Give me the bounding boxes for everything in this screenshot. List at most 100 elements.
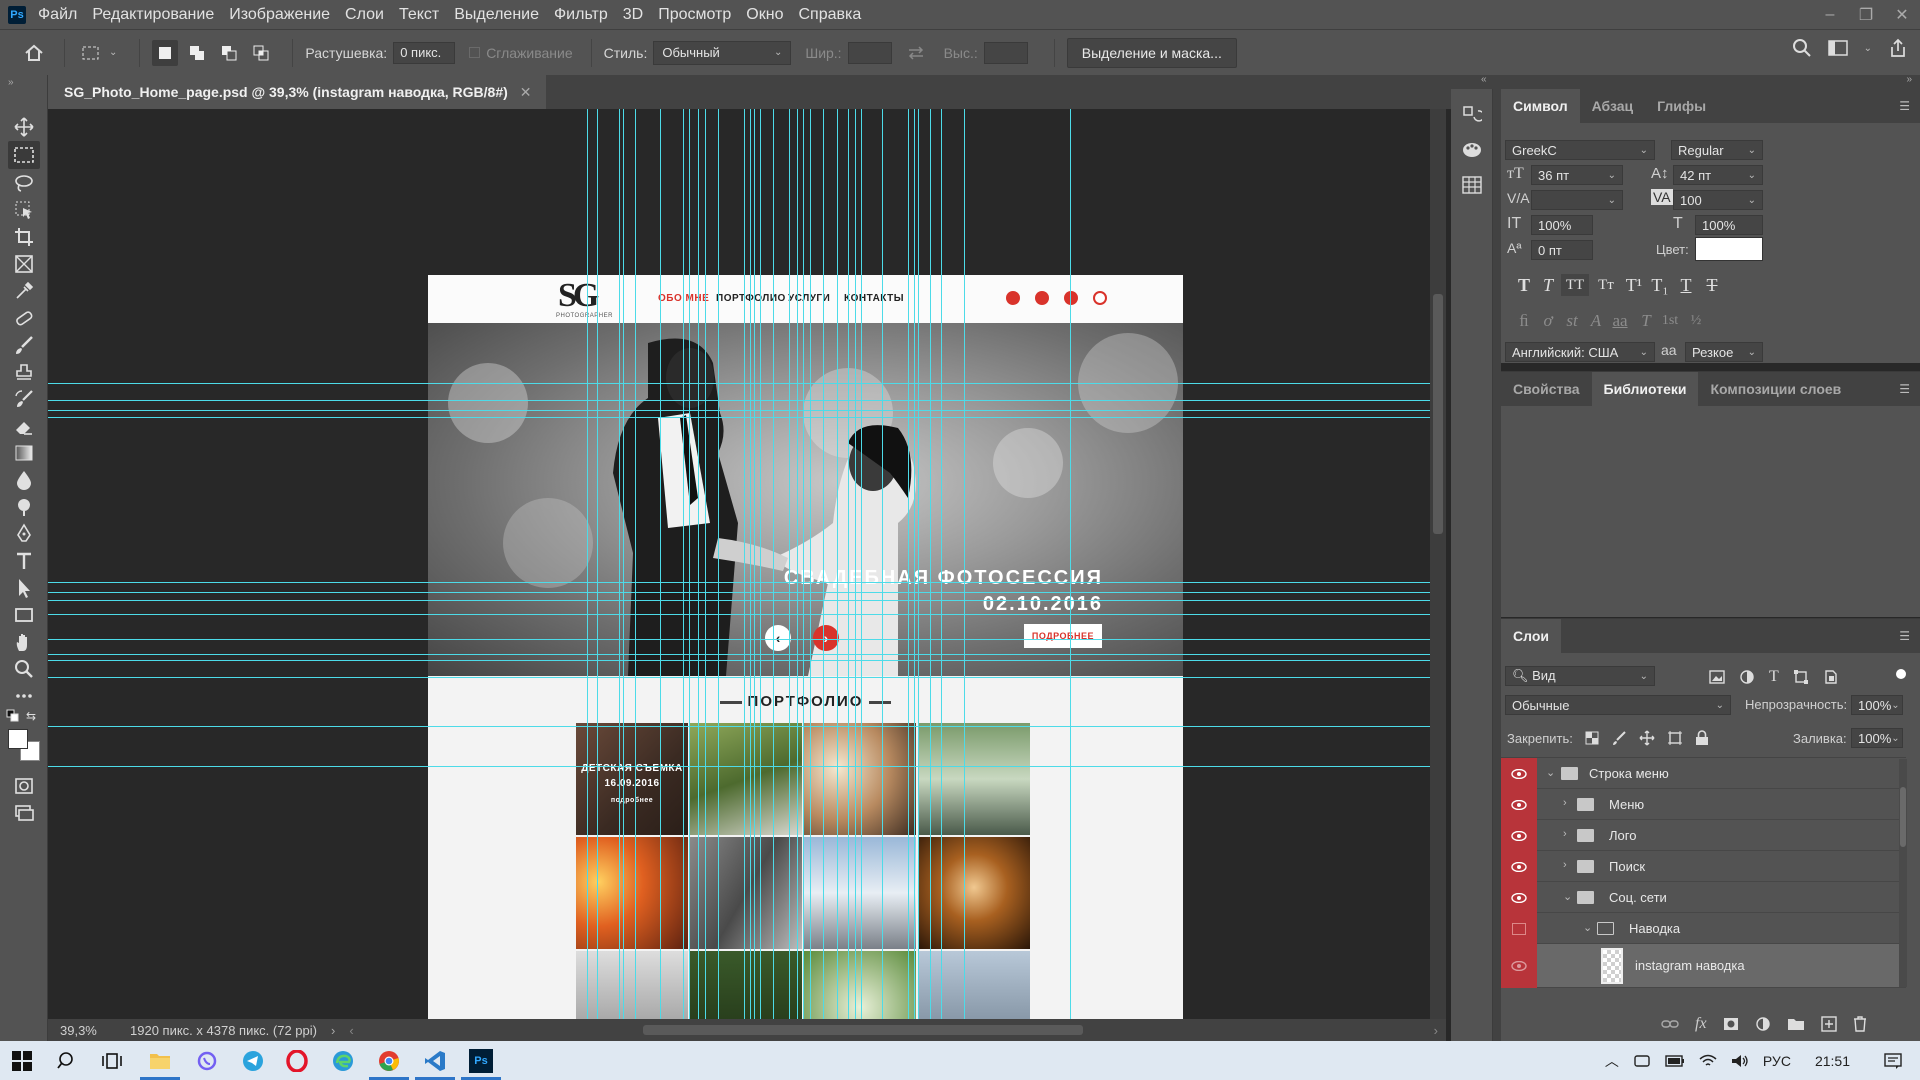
horizontal-scale-input[interactable]: 100%	[1695, 215, 1763, 235]
fill-input[interactable]: 100% ⌄	[1851, 728, 1903, 748]
visibility-eye-icon[interactable]	[1501, 851, 1537, 882]
layer-style-icon[interactable]: fx	[1695, 1015, 1707, 1033]
vertical-guide[interactable]	[797, 109, 798, 1019]
chevron-up-icon[interactable]: ︿	[1605, 1051, 1619, 1071]
menu-view[interactable]: Просмотр	[658, 6, 731, 24]
vertical-guide[interactable]	[698, 109, 699, 1019]
horizontal-guide[interactable]	[48, 592, 1438, 593]
chevron-right-icon[interactable]: ›	[1563, 797, 1567, 809]
width-input[interactable]	[847, 41, 892, 64]
horizontal-guide[interactable]	[48, 677, 1438, 678]
vertical-guide[interactable]	[941, 109, 942, 1019]
vertical-guide[interactable]	[619, 109, 620, 1019]
photoshop-taskbar-icon[interactable]: Ps	[469, 1049, 493, 1073]
horizontal-guide[interactable]	[48, 417, 1438, 418]
antialias-select[interactable]: Резкое ⌄	[1685, 342, 1763, 362]
hand-tool-icon[interactable]	[8, 628, 40, 656]
filter-pixel-icon[interactable]	[1709, 670, 1725, 684]
panel-menu-icon[interactable]: ☰	[1899, 382, 1910, 396]
menu-window[interactable]: Окно	[746, 6, 783, 24]
minimize-button[interactable]: –	[1812, 0, 1848, 29]
vertical-guide[interactable]	[803, 109, 804, 1019]
telegram-icon[interactable]	[241, 1049, 265, 1073]
rectangle-tool-icon[interactable]	[8, 601, 40, 629]
input-language[interactable]: РУС	[1763, 1053, 1791, 1069]
visibility-eye-icon[interactable]	[1501, 944, 1537, 988]
brush-tool-icon[interactable]	[8, 331, 40, 359]
chevron-down-icon[interactable]: ⌄	[1563, 890, 1572, 903]
tab-character[interactable]: Символ	[1501, 89, 1580, 123]
opacity-input[interactable]: 100% ⌄	[1851, 695, 1903, 715]
visibility-toggle-off[interactable]	[1501, 913, 1537, 944]
chevron-down-icon[interactable]: ⌄	[109, 47, 117, 58]
volume-icon[interactable]	[1731, 1054, 1749, 1068]
font-size-input[interactable]: 36 пт ⌄	[1531, 165, 1623, 185]
object-selection-tool-icon[interactable]	[8, 196, 40, 224]
zoom-tool-icon[interactable]	[8, 655, 40, 683]
default-colors-icon[interactable]	[6, 709, 20, 723]
layer-row[interactable]: ⌄ Соц. сети	[1501, 882, 1906, 913]
filter-smart-object-icon[interactable]	[1823, 669, 1839, 685]
superscript-button[interactable]: T¹	[1623, 274, 1645, 296]
old-style-button[interactable]: ơ	[1537, 310, 1559, 332]
crop-tool-icon[interactable]	[8, 223, 40, 251]
vertical-guide[interactable]	[683, 109, 684, 1019]
vertical-guide[interactable]	[914, 109, 915, 1019]
font-family-select[interactable]: GreekC ⌄	[1505, 140, 1655, 160]
vertical-scrollbar[interactable]	[1430, 109, 1446, 1019]
swap-icon[interactable]	[902, 39, 930, 67]
vertical-scroll-thumb[interactable]	[1433, 294, 1443, 534]
tab-properties[interactable]: Свойства	[1501, 372, 1592, 406]
filter-shape-icon[interactable]	[1793, 669, 1809, 685]
vertical-guide[interactable]	[718, 109, 719, 1019]
vertical-guide[interactable]	[597, 109, 598, 1019]
fractions-button[interactable]: ½	[1685, 310, 1707, 332]
chevron-down-icon[interactable]: ⌄	[1864, 43, 1872, 54]
horizontal-guide[interactable]	[48, 766, 1438, 767]
wifi-icon[interactable]	[1699, 1054, 1717, 1068]
visibility-eye-icon[interactable]	[1501, 758, 1537, 789]
tab-libraries[interactable]: Библиотеки	[1591, 372, 1699, 406]
lasso-tool-icon[interactable]	[8, 169, 40, 197]
move-tool-icon[interactable]	[8, 113, 40, 141]
ordinals-button[interactable]: T	[1635, 310, 1657, 332]
close-tab-icon[interactable]: ✕	[520, 84, 532, 101]
file-explorer-icon[interactable]	[148, 1049, 172, 1073]
vertical-guide[interactable]	[930, 109, 931, 1019]
vertical-guide[interactable]	[689, 109, 690, 1019]
marquee-preset-icon[interactable]	[77, 39, 105, 67]
horizontal-guide[interactable]	[48, 600, 1438, 601]
menu-layers[interactable]: Слои	[345, 6, 384, 24]
feather-input[interactable]: 0 пикс.	[393, 41, 456, 64]
vertical-guide[interactable]	[705, 109, 706, 1019]
horizontal-guide[interactable]	[48, 654, 1438, 655]
color-swatches[interactable]	[6, 727, 42, 763]
chevron-down-icon[interactable]: ⌄	[1583, 921, 1592, 934]
text-color-swatch[interactable]	[1695, 237, 1763, 261]
layer-filter-select[interactable]: 🔍︎ Вид ⌄	[1505, 666, 1655, 686]
blend-mode-select[interactable]: Обычные ⌄	[1505, 695, 1731, 715]
restore-button[interactable]: ❐	[1848, 0, 1884, 29]
task-view-icon[interactable]	[100, 1049, 124, 1073]
battery-icon[interactable]	[1665, 1054, 1685, 1067]
tab-paragraph[interactable]: Абзац	[1580, 89, 1646, 123]
share-icon[interactable]	[1888, 38, 1908, 58]
link-layers-icon[interactable]	[1661, 1018, 1679, 1030]
stylistic-alternates-button[interactable]: A	[1585, 310, 1607, 332]
home-icon[interactable]	[20, 39, 48, 67]
new-layer-icon[interactable]	[1820, 1016, 1837, 1032]
edge-icon[interactable]	[331, 1049, 355, 1073]
intersect-selection-button[interactable]	[248, 40, 274, 66]
vertical-guide[interactable]	[964, 109, 965, 1019]
menu-image[interactable]: Изображение	[229, 6, 330, 24]
height-input[interactable]	[983, 41, 1028, 64]
swap-colors-icon[interactable]: ⇆	[26, 709, 36, 723]
subtract-selection-button[interactable]	[216, 40, 242, 66]
windows-start-icon[interactable]	[10, 1049, 34, 1073]
vertical-guide[interactable]	[744, 109, 745, 1019]
layer-row-selected[interactable]: instagram наводка	[1501, 944, 1906, 988]
vertical-guide[interactable]	[587, 109, 588, 1019]
vertical-guide[interactable]	[855, 109, 856, 1019]
vertical-guide[interactable]	[837, 109, 838, 1019]
style-select[interactable]: Обычный ⌄	[653, 40, 792, 65]
